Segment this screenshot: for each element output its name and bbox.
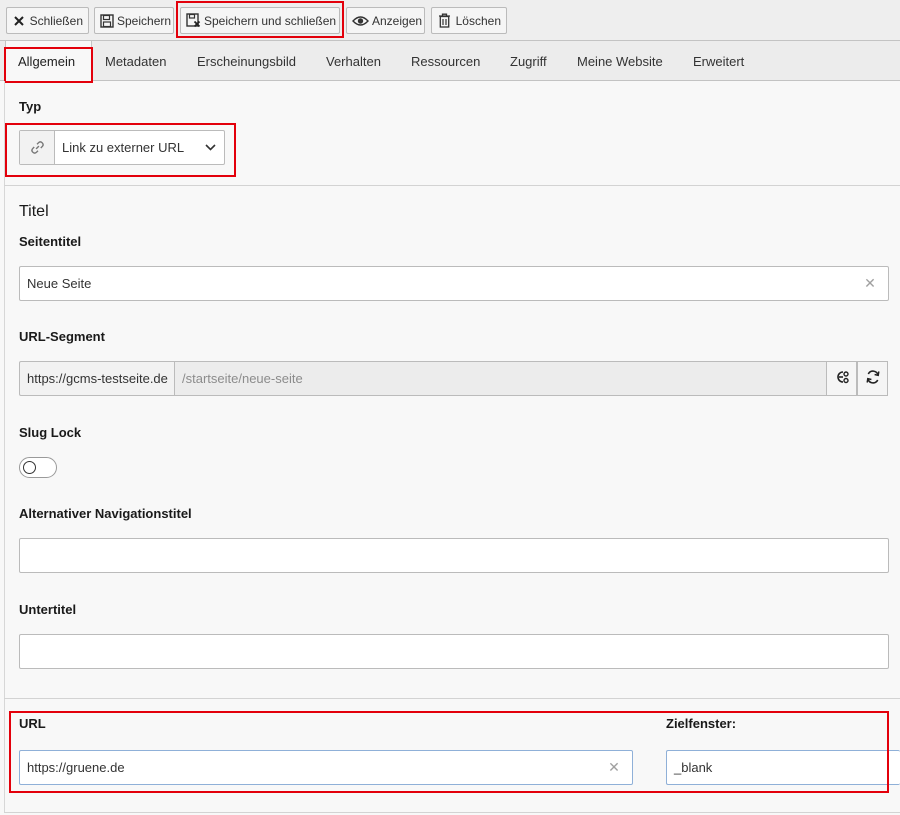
view-button[interactable]: Anzeigen — [346, 7, 425, 34]
save-and-close-button[interactable]: Speichern und schließen — [180, 7, 340, 34]
url-label: URL — [19, 716, 46, 731]
save-button[interactable]: Speichern — [94, 7, 174, 34]
subtitle-label: Untertitel — [19, 602, 77, 617]
title-section-heading: Titel — [19, 203, 49, 220]
tab-advanced[interactable]: Erweitert — [693, 41, 744, 81]
page-type-select[interactable]: Link zu externer URL — [19, 130, 225, 165]
url-segment-input[interactable]: /startseite/neue-seite — [174, 361, 827, 396]
clear-url-icon[interactable]: ✕ — [606, 759, 622, 775]
regenerate-slug-button[interactable] — [857, 361, 888, 396]
close-button[interactable]: Schließen — [6, 7, 89, 34]
alt-nav-title-label: Alternativer Navigationstitel — [19, 506, 192, 521]
page-title-input[interactable]: Neue Seite — [19, 266, 889, 301]
unlink-edit-icon — [834, 369, 850, 388]
subtitle-input[interactable] — [19, 634, 889, 669]
eye-icon — [352, 13, 369, 29]
save-button-label: Speichern — [117, 13, 172, 28]
trash-icon — [437, 13, 453, 29]
external-url-input[interactable]: https://gruene.de — [19, 750, 633, 785]
view-button-label: Anzeigen — [372, 13, 423, 28]
slug-lock-toggle[interactable] — [19, 457, 57, 478]
tab-appearance[interactable]: Erscheinungsbild — [197, 41, 296, 81]
link-icon — [20, 131, 55, 164]
target-window-input[interactable]: _blank — [666, 750, 900, 785]
save-and-close-button-label: Speichern und schließen — [204, 13, 337, 28]
delete-button[interactable]: Löschen — [431, 7, 507, 34]
refresh-icon — [865, 369, 881, 388]
page-title-label: Seitentitel — [19, 234, 82, 249]
clear-page-title-icon[interactable]: ✕ — [862, 275, 878, 291]
close-icon — [12, 13, 27, 29]
target-window-label: Zielfenster: — [666, 716, 737, 731]
tab-behaviour[interactable]: Verhalten — [326, 41, 381, 81]
slug-lock-label: Slug Lock — [19, 425, 82, 440]
tab-my-website[interactable]: Meine Website — [577, 41, 663, 81]
url-prefix: https://gcms-testseite.de — [19, 361, 174, 396]
tab-general[interactable]: Allgemein — [5, 41, 92, 82]
tab-metadata[interactable]: Metadaten — [105, 41, 166, 81]
alt-nav-title-input[interactable] — [19, 538, 889, 573]
delete-button-label: Löschen — [455, 13, 501, 28]
page-type-value: Link zu externer URL — [62, 140, 185, 155]
page-title-value: Neue Seite — [27, 276, 92, 291]
form-content: Typ Link zu externer URL Titel Seitentit… — [0, 81, 900, 815]
target-window-value: _blank — [674, 760, 713, 775]
chevron-down-icon — [196, 131, 224, 164]
save-icon — [100, 13, 114, 29]
tab-access[interactable]: Zugriff — [510, 41, 547, 81]
external-url-value: https://gruene.de — [27, 760, 125, 775]
close-button-label: Schließen — [29, 13, 83, 28]
document-toolbar: Schließen Speichern Speichern und schlie… — [0, 0, 900, 41]
tab-resources[interactable]: Ressourcen — [411, 41, 480, 81]
save-close-icon — [186, 13, 201, 29]
toggle-slug-edit-button[interactable] — [826, 361, 857, 396]
divider — [4, 698, 900, 699]
toggle-knob — [23, 461, 36, 474]
type-label: Typ — [19, 99, 42, 114]
divider — [4, 185, 900, 186]
tab-bar: Allgemein Metadaten Erscheinungsbild Ver… — [0, 41, 900, 82]
url-segment-label: URL-Segment — [19, 329, 105, 344]
